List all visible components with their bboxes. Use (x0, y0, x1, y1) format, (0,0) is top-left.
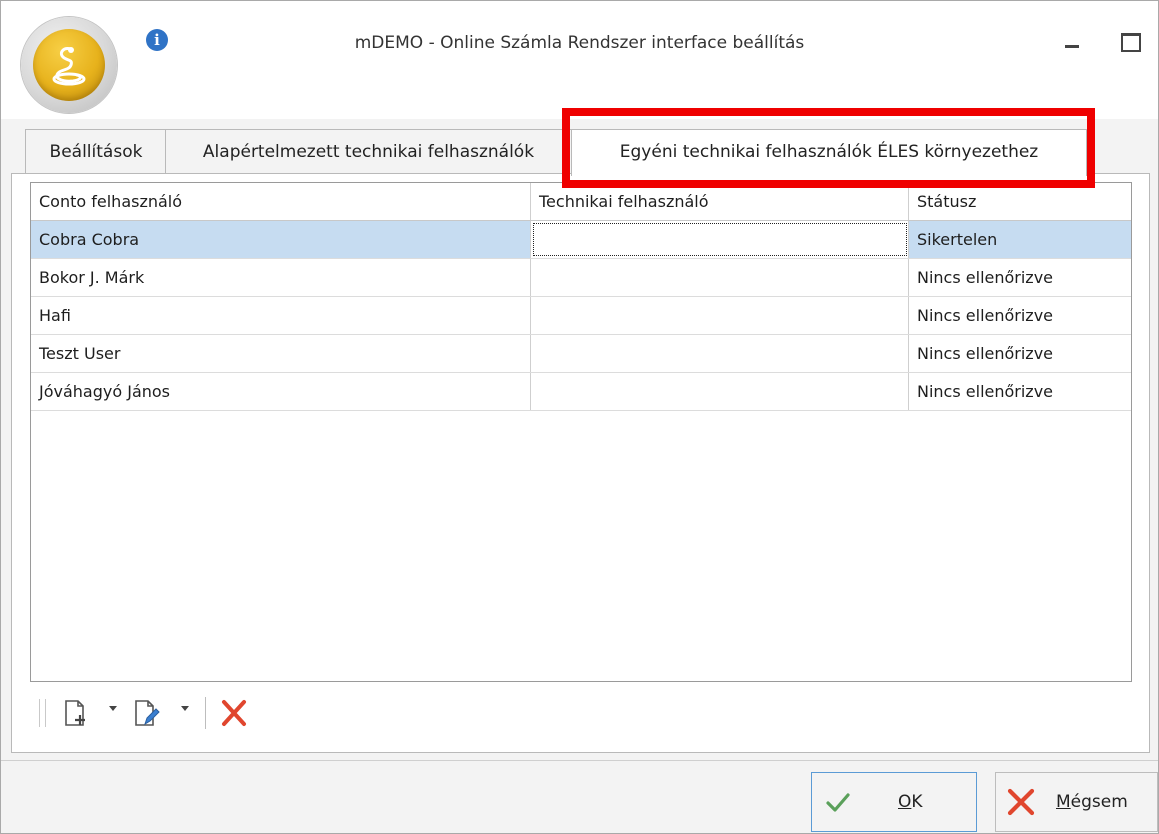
ok-label: OK (898, 792, 923, 812)
window-title: mDEMO - Online Számla Rendszer interface… (354, 33, 805, 53)
table-row[interactable]: Jóváhagyó János Nincs ellenőrizve (31, 373, 1131, 411)
minimize-button[interactable] (1059, 31, 1085, 53)
column-header-conto-user[interactable]: Conto felhasználó (31, 183, 531, 220)
table-row[interactable]: Teszt User Nincs ellenőrizve (31, 335, 1131, 373)
grid-header: Conto felhasználó Technikai felhasználó … (31, 183, 1131, 221)
cobra-logo-icon (21, 17, 117, 113)
cell-technical-user[interactable] (531, 259, 909, 296)
cell-technical-user-editor[interactable] (531, 221, 909, 258)
title-bar: i mDEMO - Online Számla Rendszer interfa… (1, 1, 1158, 119)
cell-status: Nincs ellenőrizve (917, 268, 1054, 287)
cancel-x-icon (1007, 788, 1035, 816)
add-button[interactable] (63, 697, 89, 729)
cell-conto-user: Jóváhagyó János (31, 373, 531, 410)
maximize-button[interactable] (1117, 31, 1143, 53)
delete-button[interactable] (219, 697, 249, 729)
tab-label: Beállítások (49, 142, 143, 162)
delete-x-icon (222, 700, 246, 726)
tab-settings[interactable]: Beállítások (25, 129, 167, 174)
cell-status: Nincs ellenőrizve (917, 382, 1054, 401)
tab-label: Egyéni technikai felhasználók ÉLES körny… (619, 142, 1039, 162)
column-header-technical-user[interactable]: Technikai felhasználó (531, 183, 909, 220)
users-grid: Conto felhasználó Technikai felhasználó … (30, 182, 1132, 682)
ok-button[interactable]: OK (811, 772, 977, 832)
edit-dropdown-arrow[interactable] (181, 706, 189, 711)
cell-status: Sikertelen (917, 230, 998, 249)
cell-conto-user: Bokor J. Márk (31, 259, 531, 296)
checkmark-icon (826, 793, 850, 812)
cell-technical-user[interactable] (531, 335, 909, 372)
cell-conto-user: Hafi (31, 297, 531, 334)
table-row[interactable]: Cobra Cobra Sikertelen (31, 221, 1131, 259)
add-document-icon (65, 700, 85, 726)
cell-conto-user: Cobra Cobra (31, 221, 531, 258)
cancel-label: Mégsem (1056, 792, 1128, 812)
tab-content-panel: Conto felhasználó Technikai felhasználó … (11, 173, 1150, 753)
column-header-status[interactable]: Státusz (909, 183, 1131, 220)
cell-technical-user[interactable] (531, 373, 909, 410)
cell-status: Nincs ellenőrizve (917, 344, 1054, 363)
edit-button[interactable] (133, 697, 161, 729)
toolbar-grip-handle[interactable] (39, 699, 46, 727)
add-dropdown-arrow[interactable] (109, 706, 117, 711)
tab-custom-technical-users[interactable]: Egyéni technikai felhasználók ÉLES körny… (571, 129, 1087, 176)
table-row[interactable]: Hafi Nincs ellenőrizve (31, 297, 1131, 335)
toolbar-separator (205, 697, 206, 729)
dialog-window: i mDEMO - Online Számla Rendszer interfa… (0, 0, 1159, 834)
cell-technical-user[interactable] (531, 297, 909, 334)
cell-status: Nincs ellenőrizve (917, 306, 1054, 325)
table-row[interactable]: Bokor J. Márk Nincs ellenőrizve (31, 259, 1131, 297)
cancel-button[interactable]: Mégsem (995, 772, 1158, 832)
edit-document-icon (135, 700, 160, 726)
tab-label: Alapértelmezett technikai felhasználók (202, 142, 535, 162)
cell-conto-user: Teszt User (31, 335, 531, 372)
tab-default-technical-users[interactable]: Alapértelmezett technikai felhasználók (165, 129, 572, 174)
footer-divider (1, 760, 1158, 761)
